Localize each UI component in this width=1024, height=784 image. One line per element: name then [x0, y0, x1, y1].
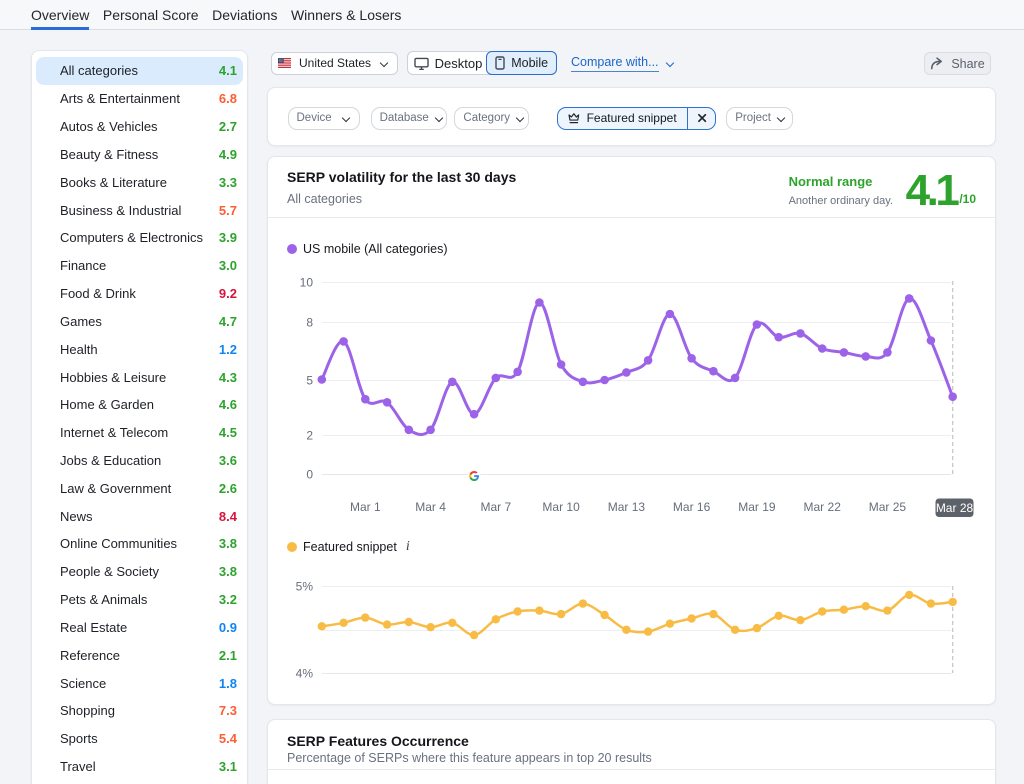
svg-text:Mar 16: Mar 16 — [673, 500, 711, 514]
svg-text:Mar 22: Mar 22 — [804, 500, 842, 514]
svg-text:8: 8 — [306, 316, 313, 330]
svg-text:Mar 28: Mar 28 — [936, 501, 974, 515]
svg-text:Mar 19: Mar 19 — [738, 500, 776, 514]
svg-text:Mar 13: Mar 13 — [608, 500, 646, 514]
svg-text:2: 2 — [306, 429, 313, 443]
svg-text:0: 0 — [306, 468, 313, 482]
svg-text:5: 5 — [306, 374, 313, 388]
svg-text:Mar 25: Mar 25 — [869, 500, 907, 514]
svg-text:Mar 10: Mar 10 — [542, 500, 580, 514]
svg-text:10: 10 — [300, 276, 314, 290]
svg-text:5%: 5% — [296, 580, 314, 594]
svg-text:4%: 4% — [296, 667, 314, 681]
svg-text:Mar 7: Mar 7 — [480, 500, 511, 514]
svg-text:Mar 4: Mar 4 — [415, 500, 446, 514]
svg-text:Mar 1: Mar 1 — [350, 500, 381, 514]
